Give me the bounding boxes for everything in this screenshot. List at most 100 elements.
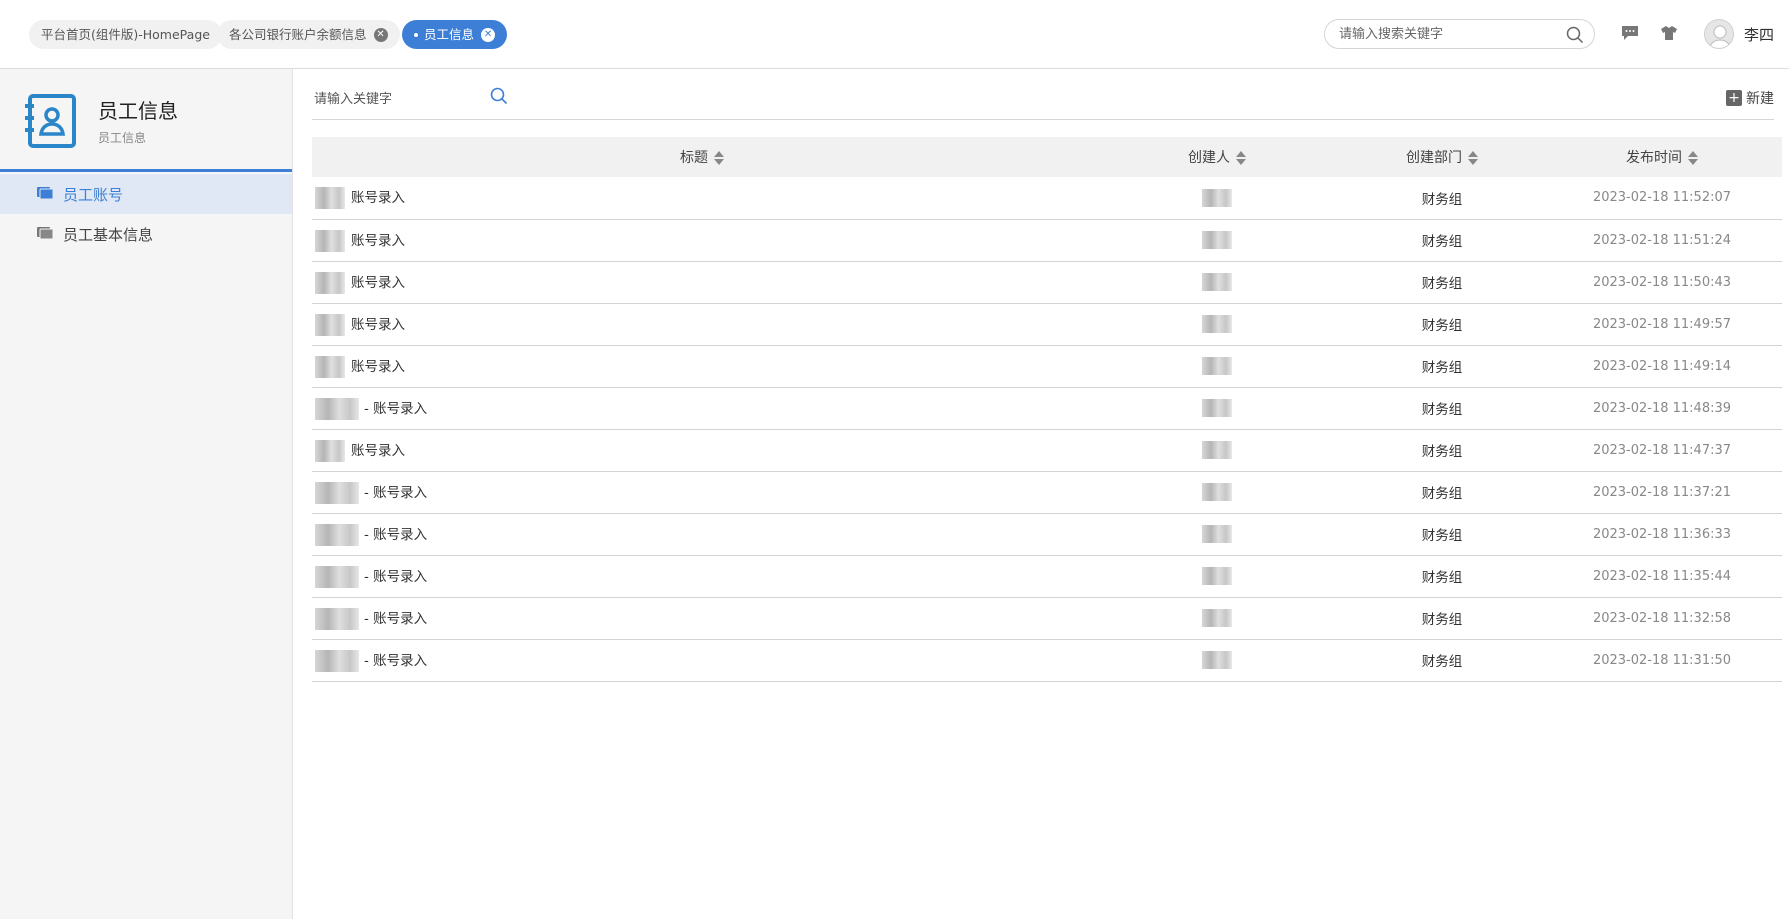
cell-title[interactable]: - 账号录入 [312,597,1092,639]
title-text: 账号录入 [351,358,405,375]
username[interactable]: 李四 [1744,24,1774,45]
sort-icon[interactable] [1468,151,1478,165]
cell-department: 财务组 [1421,360,1463,376]
sidebar-header: 员工信息 员工信息 [0,69,292,172]
close-icon[interactable]: ✕ [373,27,388,42]
cell-title[interactable]: - 账号录入 [312,639,1092,681]
cell-creator [1092,429,1342,471]
redacted-name [315,187,345,210]
sidebar-item-label: 员工基本信息 [63,225,154,244]
cell-department: 财务组 [1421,234,1463,250]
cell-department: 财务组 [1421,570,1463,586]
message-icon[interactable] [1621,25,1639,45]
cell-department: 财务组 [1421,612,1463,628]
redacted-creator [1202,273,1232,291]
title-text: 账号录入 [351,232,405,249]
title-text: 账号录入 [351,190,405,207]
cell-title[interactable]: 账号录入 [312,261,1092,303]
cell-creator [1092,639,1342,681]
cell-publish-time: 2023-02-18 11:49:14 [1592,358,1732,374]
cell-department: 财务组 [1421,402,1463,418]
cell-title[interactable]: - 账号录入 [312,387,1092,429]
table-row[interactable]: - 账号录入 财务组 2023-02-18 11:32:58 [312,597,1782,639]
table-row[interactable]: - 账号录入 财务组 2023-02-18 11:35:44 [312,555,1782,597]
global-search-input[interactable] [1339,20,1559,48]
title-text: 账号录入 [351,442,405,459]
sort-icon[interactable] [1688,151,1698,165]
cell-title[interactable]: 账号录入 [312,219,1092,261]
cell-publish-time: 2023-02-18 11:52:07 [1592,190,1732,206]
column-header-label: 标题 [680,150,708,166]
cell-publish-time: 2023-02-18 11:49:57 [1592,316,1732,332]
cell-publish-time: 2023-02-18 11:51:24 [1592,232,1732,248]
cell-publish-time: 2023-02-18 11:37:21 [1592,484,1732,500]
sort-icon[interactable] [1236,151,1246,165]
cell-creator [1092,387,1342,429]
title-text: - 账号录入 [364,568,428,585]
folder-icon [37,225,54,243]
table-row[interactable]: - 账号录入 财务组 2023-02-18 11:48:39 [312,387,1782,429]
cell-title[interactable]: 账号录入 [312,177,1092,219]
tab-bank-balance[interactable]: 各公司银行账户余额信息 ✕ [217,20,400,49]
sidebar-subtitle: 员工信息 [98,131,147,145]
cell-creator [1092,555,1342,597]
tab-homepage[interactable]: 平台首页(组件版)-HomePage [29,20,222,49]
cell-creator [1092,513,1342,555]
sidebar-item-employee-account[interactable]: 员工账号 [0,174,292,214]
table-row[interactable]: - 账号录入 财务组 2023-02-18 11:31:50 [312,639,1782,681]
redacted-creator [1202,483,1232,501]
redacted-creator [1202,399,1232,417]
table-row[interactable]: 账号录入 财务组 2023-02-18 11:50:43 [312,261,1782,303]
redacted-name [315,229,345,252]
cell-title[interactable]: 账号录入 [312,429,1092,471]
keyword-search-input[interactable] [314,86,484,112]
avatar[interactable] [1704,19,1734,49]
cell-title[interactable]: - 账号录入 [312,555,1092,597]
cell-publish-time: 2023-02-18 11:35:44 [1592,568,1732,584]
cell-creator [1092,471,1342,513]
cell-creator [1092,261,1342,303]
column-header-title[interactable]: 标题 [312,137,1092,177]
table-row[interactable]: 账号录入 财务组 2023-02-18 11:49:57 [312,303,1782,345]
redacted-creator [1202,525,1232,543]
cell-title[interactable]: 账号录入 [312,303,1092,345]
cell-publish-time: 2023-02-18 11:31:50 [1592,652,1732,668]
sort-icon[interactable] [714,151,724,165]
table-row[interactable]: - 账号录入 财务组 2023-02-18 11:37:21 [312,471,1782,513]
redacted-name [315,649,359,672]
search-icon[interactable] [490,87,508,109]
table-row[interactable]: 账号录入 财务组 2023-02-18 11:51:24 [312,219,1782,261]
column-header-publish-time[interactable]: 发布时间 [1542,137,1782,177]
employee-account-table: 标题 创建人 创建部门 发布时间 账号录入 财务组 2023-02-18 11:52… [312,137,1782,682]
global-search [1324,19,1595,49]
table-row[interactable]: 账号录入 财务组 2023-02-18 11:52:07 [312,177,1782,219]
cell-title[interactable]: 账号录入 [312,345,1092,387]
title-text: 账号录入 [351,274,405,291]
title-text: - 账号录入 [364,526,428,543]
redacted-name [315,271,345,294]
cell-department: 财务组 [1421,528,1463,544]
sidebar-item-employee-basic-info[interactable]: 员工基本信息 [0,214,292,254]
cell-title[interactable]: - 账号录入 [312,471,1092,513]
column-header-creator[interactable]: 创建人 [1092,137,1342,177]
new-button[interactable]: + 新建 [1726,85,1774,111]
table-row[interactable]: 账号录入 财务组 2023-02-18 11:49:14 [312,345,1782,387]
table-row[interactable]: 账号录入 财务组 2023-02-18 11:47:37 [312,429,1782,471]
cell-creator [1092,303,1342,345]
title-text: - 账号录入 [364,400,428,417]
column-header-label: 发布时间 [1626,150,1682,166]
cell-department: 财务组 [1421,191,1463,208]
search-icon[interactable] [1566,26,1584,48]
column-header-department[interactable]: 创建部门 [1342,137,1542,177]
redacted-creator [1202,609,1232,627]
user-icon [1708,25,1732,48]
tab-employee-info[interactable]: 员工信息 ✕ [402,20,508,49]
title-text: 账号录入 [351,316,405,333]
close-icon[interactable]: ✕ [481,27,496,42]
add-icon: + [1726,90,1742,106]
cell-department: 财务组 [1421,276,1463,292]
skin-icon[interactable] [1660,25,1678,45]
redacted-name [315,313,345,336]
table-row[interactable]: - 账号录入 财务组 2023-02-18 11:36:33 [312,513,1782,555]
cell-title[interactable]: - 账号录入 [312,513,1092,555]
